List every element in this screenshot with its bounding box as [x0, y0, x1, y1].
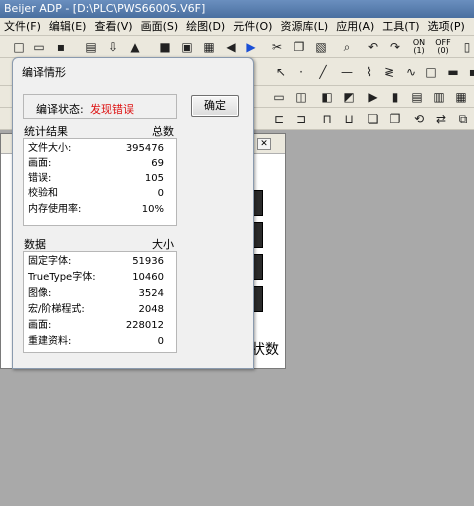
- filled-rectangle-icon[interactable]: ▬: [444, 63, 462, 81]
- stats-row-memory-usage: 内存使用率: 10%: [28, 204, 164, 215]
- menu-file[interactable]: 文件(F): [0, 18, 45, 35]
- status-value: 发现错误: [90, 103, 134, 116]
- cut-icon[interactable]: ✂: [268, 38, 286, 56]
- flip-icon[interactable]: ⇄: [432, 110, 450, 128]
- button-object-icon[interactable]: ▭: [270, 88, 288, 106]
- align-left-icon[interactable]: ⊏: [270, 110, 288, 128]
- data-row-truetype-font: TrueType字体: 10460: [28, 272, 164, 283]
- data-row-images: 图像: 3524: [28, 288, 164, 299]
- menu-tools[interactable]: 工具(T): [378, 18, 423, 35]
- screen-text-object: 状数: [251, 342, 279, 358]
- curve-icon[interactable]: ∿: [402, 63, 420, 81]
- align-top-icon[interactable]: ⊓: [318, 110, 336, 128]
- play-icon[interactable]: ▶: [364, 88, 382, 106]
- align-right-icon[interactable]: ⊐: [292, 110, 310, 128]
- data-header: 数据 大小: [24, 236, 174, 252]
- menu-bar: 文件(F) 编辑(E) 查看(V) 画面(S) 绘图(D) 元件(O) 资源库(L) 应用(A…: [0, 18, 474, 36]
- stats-header-label: 统计结果: [24, 125, 68, 138]
- rotate-icon[interactable]: ⟲: [410, 110, 428, 128]
- stats-row-file-size: 文件大小: 395476: [28, 143, 164, 154]
- new-file-icon[interactable]: □: [10, 38, 28, 56]
- horizontal-line-icon[interactable]: —: [338, 63, 356, 81]
- send-back-icon[interactable]: ❐: [386, 110, 404, 128]
- dot-icon[interactable]: ·: [292, 63, 310, 81]
- main-toolbar: □ ▭ ▪ ▤ ⇩ ▲ ■ ▣ ▦ ◀ ▶ ✂ ❐ ▧ ⌕ ↶ ↷ ON (1) …: [0, 36, 474, 58]
- window-icon[interactable]: ▣: [178, 38, 196, 56]
- screen-icon[interactable]: ■: [156, 38, 174, 56]
- bell-icon[interactable]: ▲: [126, 38, 144, 56]
- menu-options[interactable]: 选项(P): [424, 18, 469, 35]
- status-label: 编译状态:: [36, 103, 84, 116]
- meter-object-icon[interactable]: ◩: [340, 88, 358, 106]
- menu-screen[interactable]: 画面(S): [137, 18, 183, 35]
- zigzag-icon[interactable]: ≷: [380, 63, 398, 81]
- stats-panel: 文件大小: 395476 画面: 69 错误: 105 校验和 0 内存使用率: 10%: [23, 138, 177, 226]
- menu-draw[interactable]: 绘图(D): [182, 18, 229, 35]
- menu-object[interactable]: 元件(O): [229, 18, 276, 35]
- stats-row-errors: 错误: 105: [28, 173, 164, 184]
- compile-status-dialog: 编译情形 编译状态: 发现错误 确定 统计结果 总数 文件大小: 395476 画…: [12, 57, 254, 369]
- table-object-icon[interactable]: ▤: [408, 88, 426, 106]
- copy-icon[interactable]: ❐: [290, 38, 308, 56]
- back-arrow-icon[interactable]: ◀: [222, 38, 240, 56]
- data-row-screens: 画面: 228012: [28, 320, 164, 331]
- lamp-object-icon[interactable]: ◫: [292, 88, 310, 106]
- redo-icon[interactable]: ↷: [386, 38, 404, 56]
- undo-icon[interactable]: ↶: [364, 38, 382, 56]
- menu-edit[interactable]: 编辑(E): [45, 18, 91, 35]
- app-title: Beijer ADP - [D:\PLC\PWS6600S.V6F]: [4, 2, 206, 15]
- open-folder-icon[interactable]: ▭: [30, 38, 48, 56]
- forward-arrow-icon[interactable]: ▶: [242, 38, 260, 56]
- stop-icon[interactable]: ▮: [386, 88, 404, 106]
- chart-object-icon[interactable]: ▥: [430, 88, 448, 106]
- group-icon[interactable]: ⧉: [454, 110, 472, 128]
- toggle-icon[interactable]: ▯: [458, 38, 474, 56]
- rectangle-icon[interactable]: □: [422, 63, 440, 81]
- download-icon[interactable]: ⇩: [104, 38, 122, 56]
- menu-view[interactable]: 查看(V): [90, 18, 136, 35]
- app-title-bar: Beijer ADP - [D:\PLC\PWS6600S.V6F]: [0, 0, 474, 18]
- menu-library[interactable]: 资源库(L): [276, 18, 332, 35]
- align-bottom-icon[interactable]: ⊔: [340, 110, 358, 128]
- switch-object-icon[interactable]: ◧: [318, 88, 336, 106]
- polyline-icon[interactable]: ⌇: [360, 63, 378, 81]
- off-button[interactable]: OFF (0): [432, 39, 454, 55]
- menu-application[interactable]: 应用(A): [332, 18, 378, 35]
- ok-button[interactable]: 确定: [191, 95, 239, 117]
- pointer-icon[interactable]: ↖: [272, 63, 290, 81]
- print-icon[interactable]: ▤: [82, 38, 100, 56]
- on-button[interactable]: ON (1): [408, 39, 430, 55]
- grid-icon[interactable]: ▦: [200, 38, 218, 56]
- dialog-title: 编译情形: [22, 66, 66, 79]
- stats-row-screens: 画面: 69: [28, 158, 164, 169]
- data-row-rebuild-data: 重建资料: 0: [28, 336, 164, 347]
- stats-header: 统计结果 总数: [24, 123, 174, 139]
- save-icon[interactable]: ▪: [52, 38, 70, 56]
- stats-row-checksum: 校验和 0: [28, 188, 164, 199]
- data-panel: 固定字体: 51936 TrueType字体: 10460 图像: 3524 宏/阶梯…: [23, 251, 177, 353]
- data-row-macro-ladder: 宏/阶梯程式: 2048: [28, 304, 164, 315]
- paste-icon[interactable]: ▧: [312, 38, 330, 56]
- bring-front-icon[interactable]: ❏: [364, 110, 382, 128]
- close-icon[interactable]: ✕: [257, 138, 271, 150]
- data-header-size: 大小: [152, 238, 174, 251]
- keypad-object-icon[interactable]: ▦: [452, 88, 470, 106]
- data-row-fixed-font: 固定字体: 51936: [28, 256, 164, 267]
- fill-icon[interactable]: ▪: [464, 63, 474, 81]
- data-header-label: 数据: [24, 238, 46, 251]
- stats-header-total: 总数: [152, 125, 174, 138]
- compile-status-panel: 编译状态: 发现错误: [23, 94, 177, 119]
- find-icon[interactable]: ⌕: [338, 38, 356, 56]
- line-icon[interactable]: ╱: [314, 63, 332, 81]
